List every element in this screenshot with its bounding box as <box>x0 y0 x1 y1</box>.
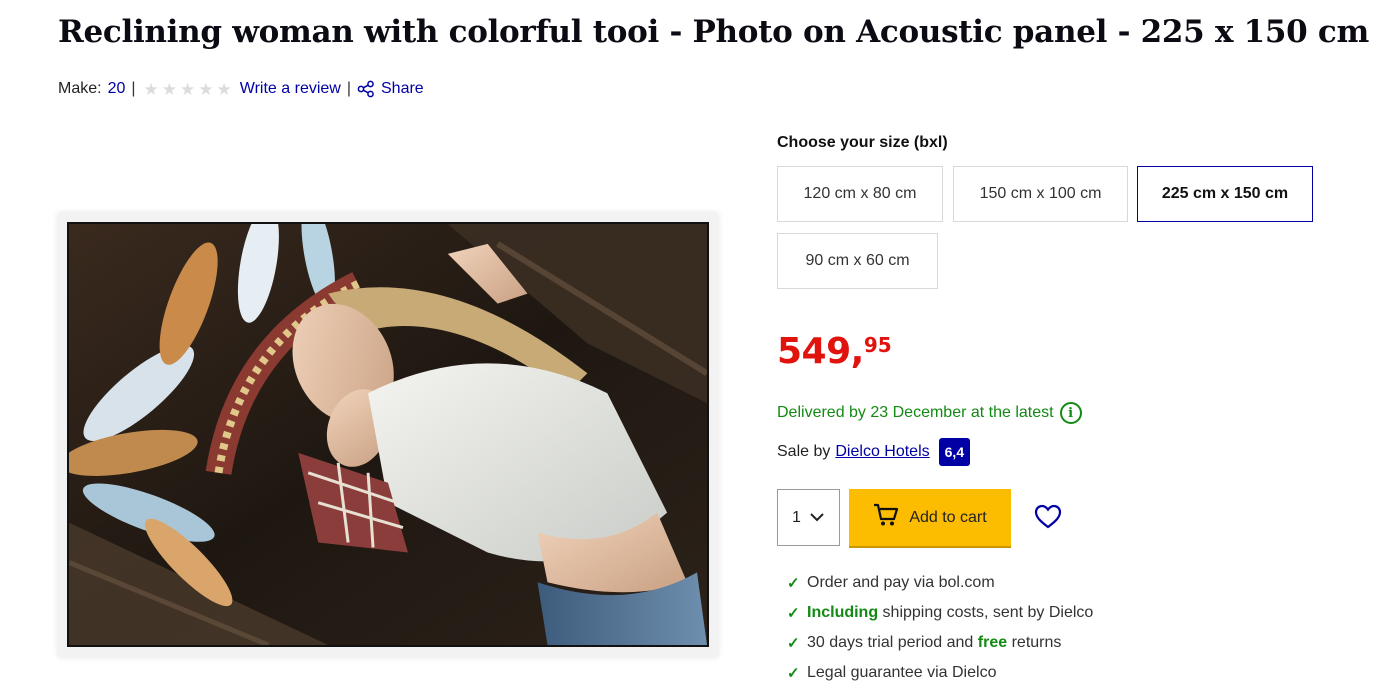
product-image-container[interactable] <box>58 213 718 657</box>
rating-stars: ★ ★ ★ ★ ★ <box>144 81 232 98</box>
price-cents: 95 <box>863 333 892 357</box>
usp-item: ✓ Order and pay via bol.com <box>787 568 1093 598</box>
usp-text: shipping costs, sent by Dielco <box>878 604 1094 621</box>
share-icon[interactable] <box>357 80 375 98</box>
chevron-down-icon <box>809 509 825 527</box>
product-image[interactable] <box>67 222 709 647</box>
usp-highlight: free <box>977 634 1008 651</box>
product-price: 549,95 <box>777 334 892 370</box>
usp-item: ✓ Legal guarantee via Dielco <box>787 658 1093 688</box>
wishlist-heart-icon[interactable] <box>1034 504 1062 530</box>
make-value-link[interactable]: 20 <box>108 80 126 98</box>
delivery-info: Delivered by 23 December at the latest i <box>777 402 1082 424</box>
usp-text: Order and pay via bol.com <box>807 574 995 591</box>
separator: | <box>131 80 136 97</box>
star-icon: ★ <box>143 79 159 99</box>
check-icon: ✓ <box>787 605 800 622</box>
info-icon[interactable]: i <box>1059 402 1082 424</box>
usp-item: ✓ Including shipping costs, sent by Diel… <box>787 598 1093 628</box>
usp-text: returns <box>1007 634 1062 651</box>
check-icon: ✓ <box>787 635 800 652</box>
size-option-90x60[interactable]: 90 cm x 60 cm <box>777 233 938 289</box>
size-option-120x80[interactable]: 120 cm x 80 cm <box>777 166 943 222</box>
usp-list: ✓ Order and pay via bol.com ✓ Including … <box>787 568 1093 688</box>
product-meta-bar: Make: 20 | ★ ★ ★ ★ ★ Write a review | Sh… <box>58 80 424 98</box>
make-label: Make: <box>58 80 102 97</box>
usp-text: 30 days trial period and <box>807 634 978 651</box>
add-to-cart-label: Add to cart <box>909 508 987 526</box>
add-to-cart-button[interactable]: Add to cart <box>849 489 1011 546</box>
star-icon: ★ <box>161 79 178 99</box>
size-option-150x100[interactable]: 150 cm x 100 cm <box>953 166 1128 222</box>
product-title: Reclining woman with colorful tooi - Pho… <box>58 14 1370 50</box>
seller-info: Sale by Dielco Hotels 6,4 <box>777 438 971 466</box>
cart-icon <box>873 503 899 532</box>
delivery-text: Delivered by 23 December at the latest <box>777 404 1054 421</box>
quantity-select[interactable]: 1 <box>777 489 840 546</box>
star-icon: ★ <box>198 79 214 99</box>
check-icon: ✓ <box>787 575 800 592</box>
check-icon: ✓ <box>787 665 800 682</box>
share-link[interactable]: Share <box>381 80 424 98</box>
seller-score-badge[interactable]: 6,4 <box>938 438 971 466</box>
quantity-value: 1 <box>792 508 801 526</box>
size-option-225x150[interactable]: 225 cm x 150 cm <box>1137 166 1313 222</box>
star-icon: ★ <box>180 79 196 99</box>
seller-link[interactable]: Dielco Hotels <box>835 443 929 461</box>
seller-prefix: Sale by <box>777 443 831 460</box>
separator: | <box>346 80 351 97</box>
usp-item: ✓ 30 days trial period and free returns <box>787 628 1093 658</box>
usp-text: Legal guarantee via Dielco <box>807 664 997 681</box>
size-selector-label: Choose your size (bxl) <box>777 134 948 151</box>
write-review-link[interactable]: Write a review <box>240 80 341 98</box>
price-whole: 549, <box>777 331 864 372</box>
star-icon: ★ <box>216 79 232 99</box>
usp-highlight: Including <box>807 604 879 621</box>
